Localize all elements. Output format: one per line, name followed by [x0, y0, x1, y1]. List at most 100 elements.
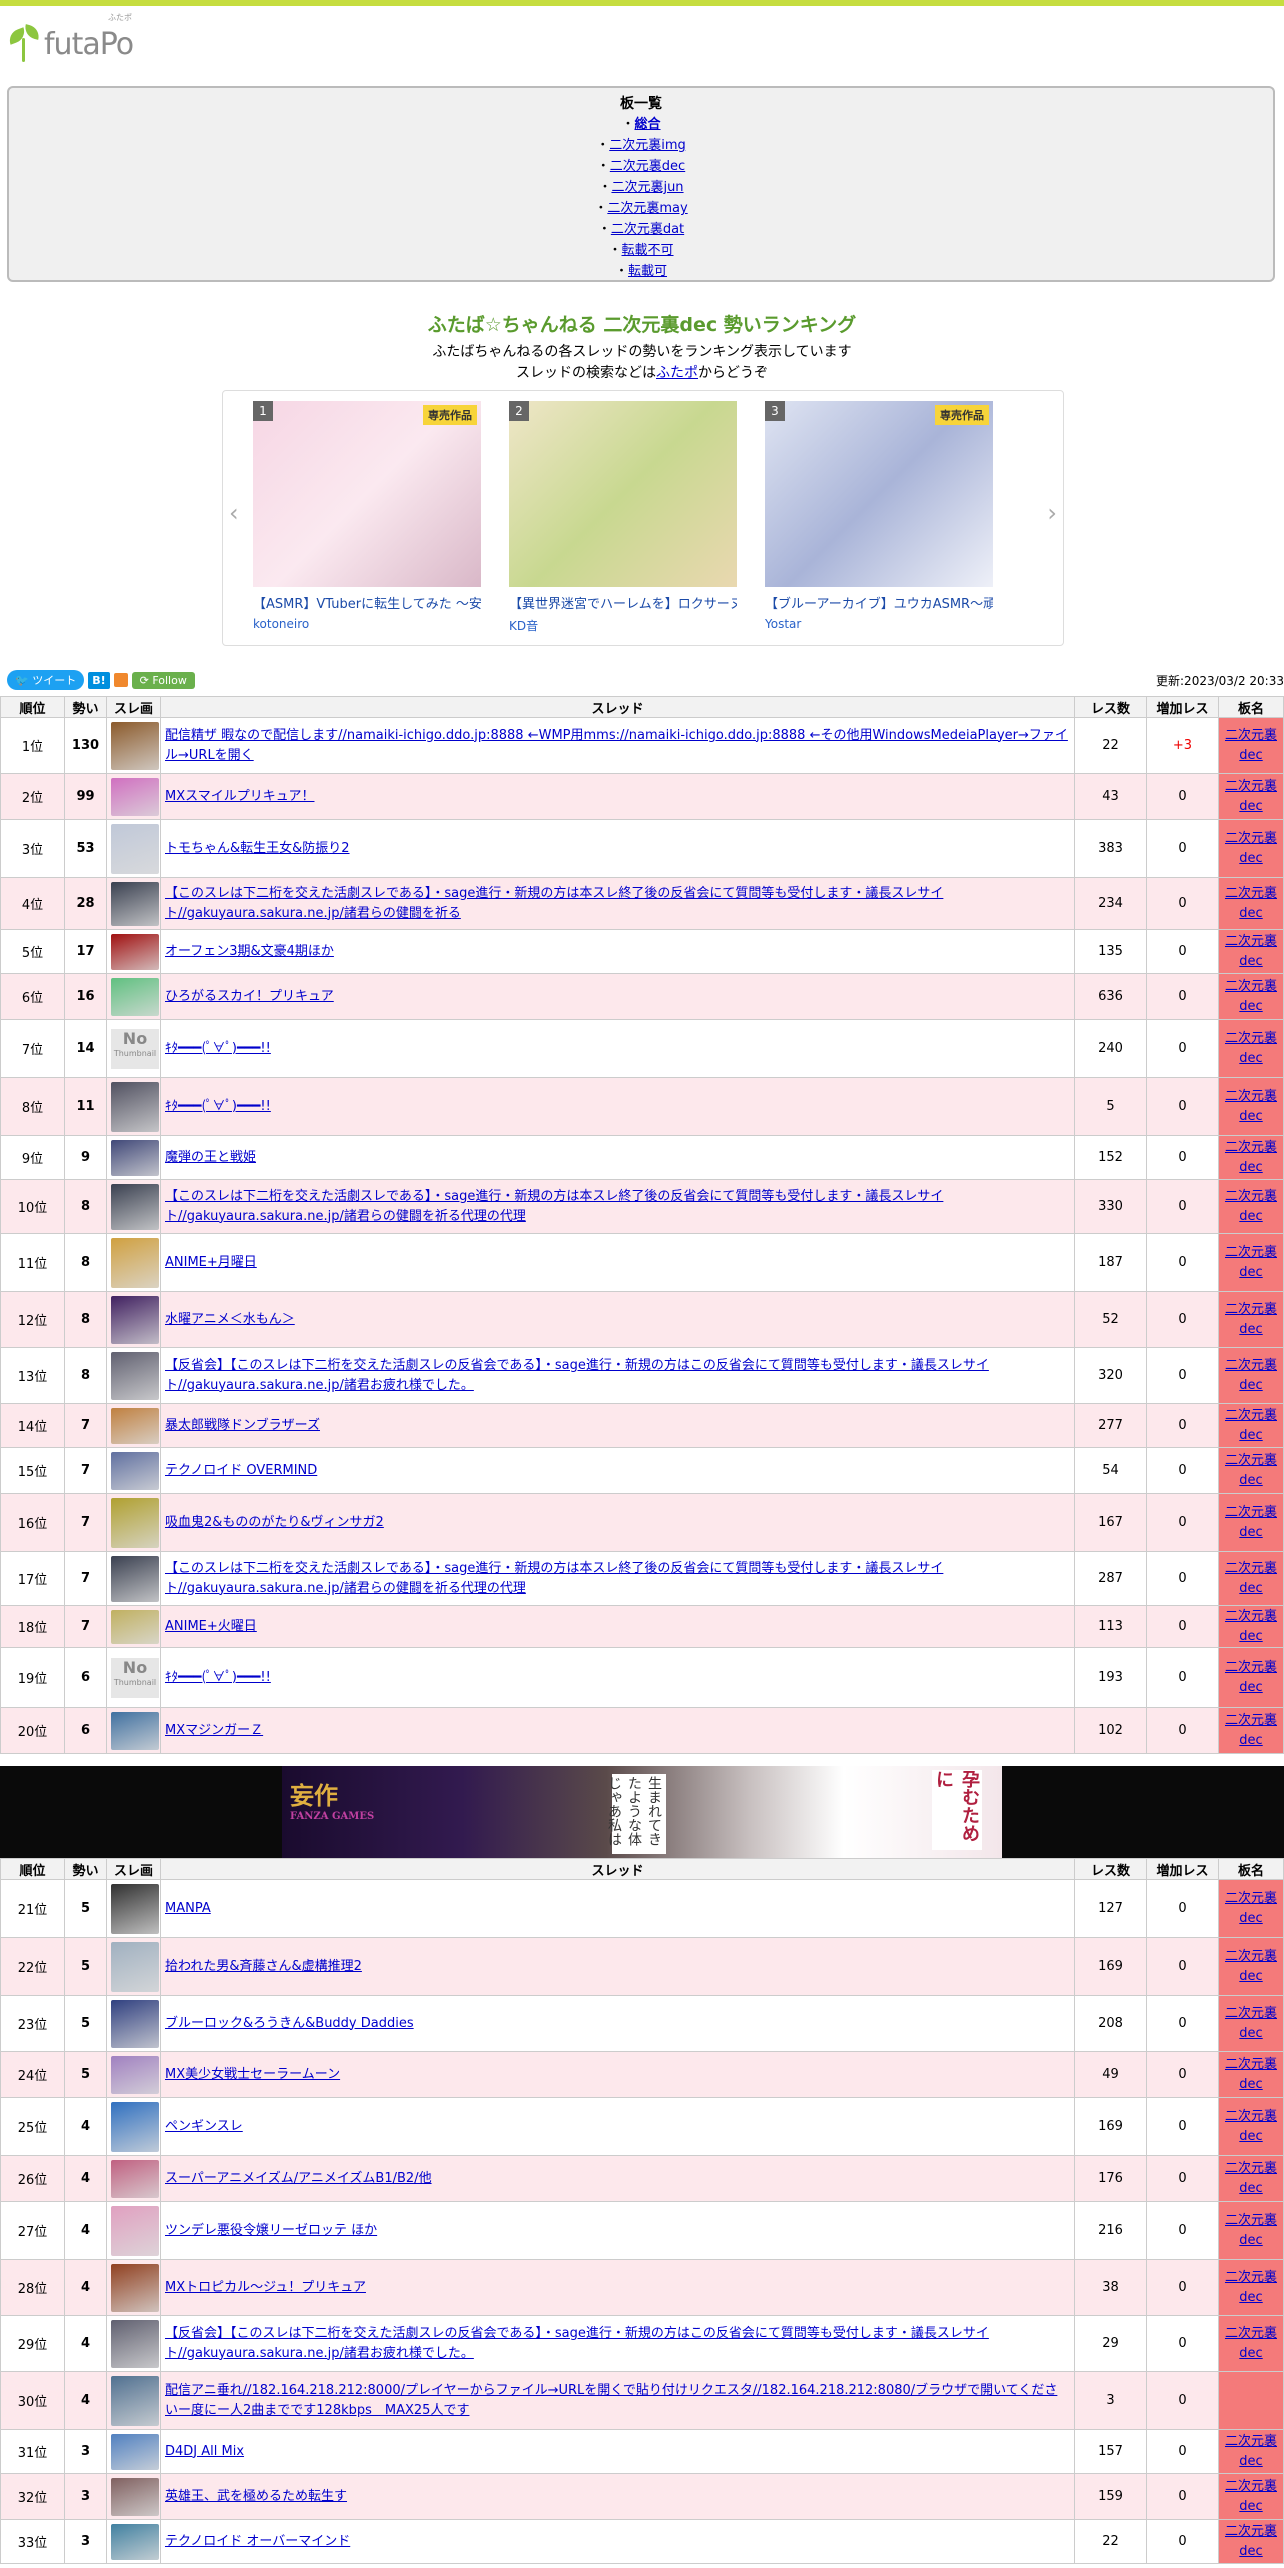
thread-link[interactable]: MXトロピカル～ジュ！プリキュア [165, 2280, 366, 2295]
ad-banner[interactable]: 妄作 FANZA GAMES 生まれてきたような体じゃあ私は 孕むために [0, 1766, 1284, 1858]
product-title[interactable]: 【異世界迷宮でハーレムを】ロクサーヌA [509, 593, 737, 612]
thread-thumbnail[interactable] [111, 881, 159, 926]
thread-thumbnail[interactable] [111, 1139, 159, 1176]
board-name-link[interactable]: 二次元裏 dec [1225, 2326, 1277, 2361]
board-name-link[interactable]: 二次元裏 dec [1225, 1891, 1277, 1926]
carousel-next-icon[interactable]: › [1047, 499, 1057, 527]
thread-link[interactable]: 【このスレは下二桁を交えた活劇スレである】・sage進行・新規の方は本スレ終了後… [165, 886, 943, 921]
thread-thumbnail[interactable] [111, 2263, 159, 2312]
board-link[interactable]: 総合 [635, 117, 661, 132]
thread-thumbnail[interactable] [111, 933, 159, 970]
thread-link[interactable]: 【反省会】【このスレは下二桁を交えた活劇スレの反省会である】・sage進行・新規… [165, 2326, 989, 2361]
thread-thumbnail[interactable] [111, 1237, 159, 1288]
board-name-link[interactable]: 二次元裏 dec [1225, 1302, 1277, 1337]
thread-thumbnail[interactable] [111, 1295, 159, 1344]
product-title[interactable]: 【ASMR】VTuberに転生してみた 〜安済 [253, 593, 481, 612]
board-name-link[interactable]: 二次元裏 dec [1225, 2057, 1277, 2092]
thread-link[interactable]: ペンギンスレ [165, 2119, 243, 2134]
thread-thumbnail[interactable] [111, 1497, 159, 1548]
product-author[interactable]: Yostar [765, 617, 993, 631]
thread-link[interactable]: ツンデレ悪役令嬢リーゼロッテ ほか [165, 2223, 377, 2238]
thread-thumbnail[interactable] [111, 1081, 159, 1132]
board-name-link[interactable]: 二次元裏 dec [1225, 1189, 1277, 1224]
thread-link[interactable]: ブルーロック&ろうきん&Buddy Daddies [165, 2016, 414, 2031]
thread-link[interactable]: ｷﾀ━━━(ﾟ∀ﾟ)━━━!! [165, 1670, 271, 1685]
product-image[interactable]: 1 専売作品 [253, 401, 481, 587]
thread-link[interactable]: 魔弾の王と戦姫 [165, 1150, 256, 1165]
board-list-panel[interactable]: 板一覧 ・総合 ・二次元裏img ・二次元裏dec ・二次元裏jun ・二次元裏may ・… [7, 86, 1275, 282]
product-image[interactable]: 3 専売作品 [765, 401, 993, 587]
product-author[interactable]: KD音 [509, 617, 737, 634]
hatena-bookmark-button[interactable]: B! [88, 671, 110, 689]
board-name-link[interactable]: 二次元裏 dec [1225, 2524, 1277, 2559]
thread-link[interactable]: ｷﾀ━━━(ﾟ∀ﾟ)━━━!! [165, 1099, 271, 1114]
thread-thumbnail[interactable] [111, 2159, 159, 2198]
thread-thumbnail[interactable] [111, 2523, 159, 2560]
thread-thumbnail[interactable] [111, 1451, 159, 1490]
thread-link[interactable]: 【このスレは下二桁を交えた活劇スレである】・sage進行・新規の方は本スレ終了後… [165, 1561, 943, 1596]
board-name-link[interactable]: 二次元裏 dec [1225, 934, 1277, 969]
board-name-link[interactable]: 二次元裏 dec [1225, 1358, 1277, 1393]
thread-thumbnail[interactable] [111, 1711, 159, 1750]
board-name-link[interactable]: 二次元裏 dec [1225, 1245, 1277, 1280]
thread-link[interactable]: テクノロイド OVERMIND [165, 1463, 317, 1478]
board-name-link[interactable]: 二次元裏 dec [1225, 1453, 1277, 1488]
board-link[interactable]: 二次元裏may [607, 201, 687, 216]
carousel-item[interactable]: 2 【異世界迷宮でハーレムを】ロクサーヌA KD音 [509, 401, 737, 634]
board-name-link[interactable]: 二次元裏 dec [1225, 1408, 1277, 1443]
thread-link[interactable]: テクノロイド オーバーマインド [165, 2534, 350, 2549]
thread-link[interactable]: 【反省会】【このスレは下二桁を交えた活劇スレの反省会である】・sage進行・新規… [165, 1358, 989, 1393]
board-name-link[interactable]: 二次元裏 dec [1225, 979, 1277, 1014]
thread-thumbnail[interactable] [111, 1999, 159, 2048]
board-name-link[interactable]: 二次元裏 dec [1225, 831, 1277, 866]
thread-link[interactable]: MX美少女戦士セーラームーン [165, 2067, 340, 2082]
thread-thumbnail[interactable] [111, 777, 159, 816]
thread-link[interactable]: ｷﾀ━━━(ﾟ∀ﾟ)━━━!! [165, 1041, 271, 1056]
board-name-link[interactable]: 二次元裏 dec [1225, 1713, 1277, 1748]
thread-thumbnail[interactable] [111, 1555, 159, 1602]
thread-link[interactable]: ANIME+火曜日 [165, 1619, 257, 1634]
board-link[interactable]: 二次元裏jun [611, 180, 683, 195]
board-name-link[interactable]: 二次元裏 dec [1225, 1660, 1277, 1695]
thread-thumbnail[interactable] [111, 977, 159, 1016]
carousel-item[interactable]: 1 専売作品【ASMR】VTuberに転生してみた 〜安済 kotoneiro [253, 401, 481, 631]
board-name-link[interactable]: 二次元裏 dec [1225, 2161, 1277, 2196]
thread-thumbnail[interactable] [111, 2101, 159, 2152]
thread-thumbnail[interactable] [111, 823, 159, 874]
thread-link[interactable]: トモちゃん&転生王女&防振り2 [165, 841, 350, 856]
thread-link[interactable]: 【このスレは下二桁を交えた活劇スレである】・sage進行・新規の方は本スレ終了後… [165, 1189, 943, 1224]
thread-thumbnail[interactable] [111, 1183, 159, 1230]
thread-thumbnail[interactable] [111, 2375, 159, 2426]
follow-button[interactable]: ⟳ Follow [131, 671, 195, 689]
thread-link[interactable]: 水曜アニメ＜水もん＞ [165, 1312, 295, 1327]
thread-thumbnail[interactable] [111, 1351, 159, 1400]
rss-icon[interactable] [113, 673, 128, 687]
futapo-link[interactable]: ふたポ [656, 365, 698, 381]
board-name-link[interactable]: 二次元裏 dec [1225, 728, 1277, 763]
thread-link[interactable]: MXマジンガーＺ [165, 1723, 263, 1738]
board-name-link[interactable]: 二次元裏 dec [1225, 2434, 1277, 2469]
thread-link[interactable]: MANPA [165, 1901, 211, 1916]
thread-thumbnail[interactable] [111, 721, 159, 770]
thread-thumbnail[interactable] [111, 2433, 159, 2470]
board-name-link[interactable]: 二次元裏 dec [1225, 1609, 1277, 1644]
thread-link[interactable]: 拾われた男&斉藤さん&虚構推理2 [165, 1959, 362, 1974]
thread-thumbnail[interactable] [111, 2055, 159, 2094]
no-thumbnail-icon[interactable]: No Thumbnail [111, 1028, 159, 1069]
thread-link[interactable]: 配信精ザ 暇なので配信します//namaiki-ichigo.ddo.jp:88… [165, 728, 1068, 763]
thread-link[interactable]: MXスマイルプリキュア！ [165, 789, 314, 804]
board-name-link[interactable]: 二次元裏 dec [1225, 1561, 1277, 1596]
thread-link[interactable]: ANIME+月曜日 [165, 1255, 257, 1270]
no-thumbnail-icon[interactable]: No Thumbnail [111, 1657, 159, 1698]
product-title[interactable]: 【ブルーアーカイブ】ユウカASMR～頑張 [765, 593, 993, 612]
board-link[interactable]: 転載可 [628, 264, 667, 279]
board-name-link[interactable]: 二次元裏 dec [1225, 1089, 1277, 1124]
board-name-link[interactable]: 二次元裏 dec [1225, 1949, 1277, 1984]
board-link[interactable]: 二次元裏dec [610, 159, 685, 174]
board-link[interactable]: 二次元裏dat [611, 222, 684, 237]
product-author[interactable]: kotoneiro [253, 617, 481, 631]
board-name-link[interactable]: 二次元裏 dec [1225, 1505, 1277, 1540]
thread-link[interactable]: 配信アニ垂れ//182.164.218.212:8000/プレイヤーからファイル… [165, 2383, 1057, 2418]
thread-link[interactable]: スーパーアニメイズム/アニメイズムB1/B2/他 [165, 2171, 432, 2186]
carousel-item[interactable]: 3 専売作品【ブルーアーカイブ】ユウカASMR～頑張 Yostar [765, 401, 993, 631]
